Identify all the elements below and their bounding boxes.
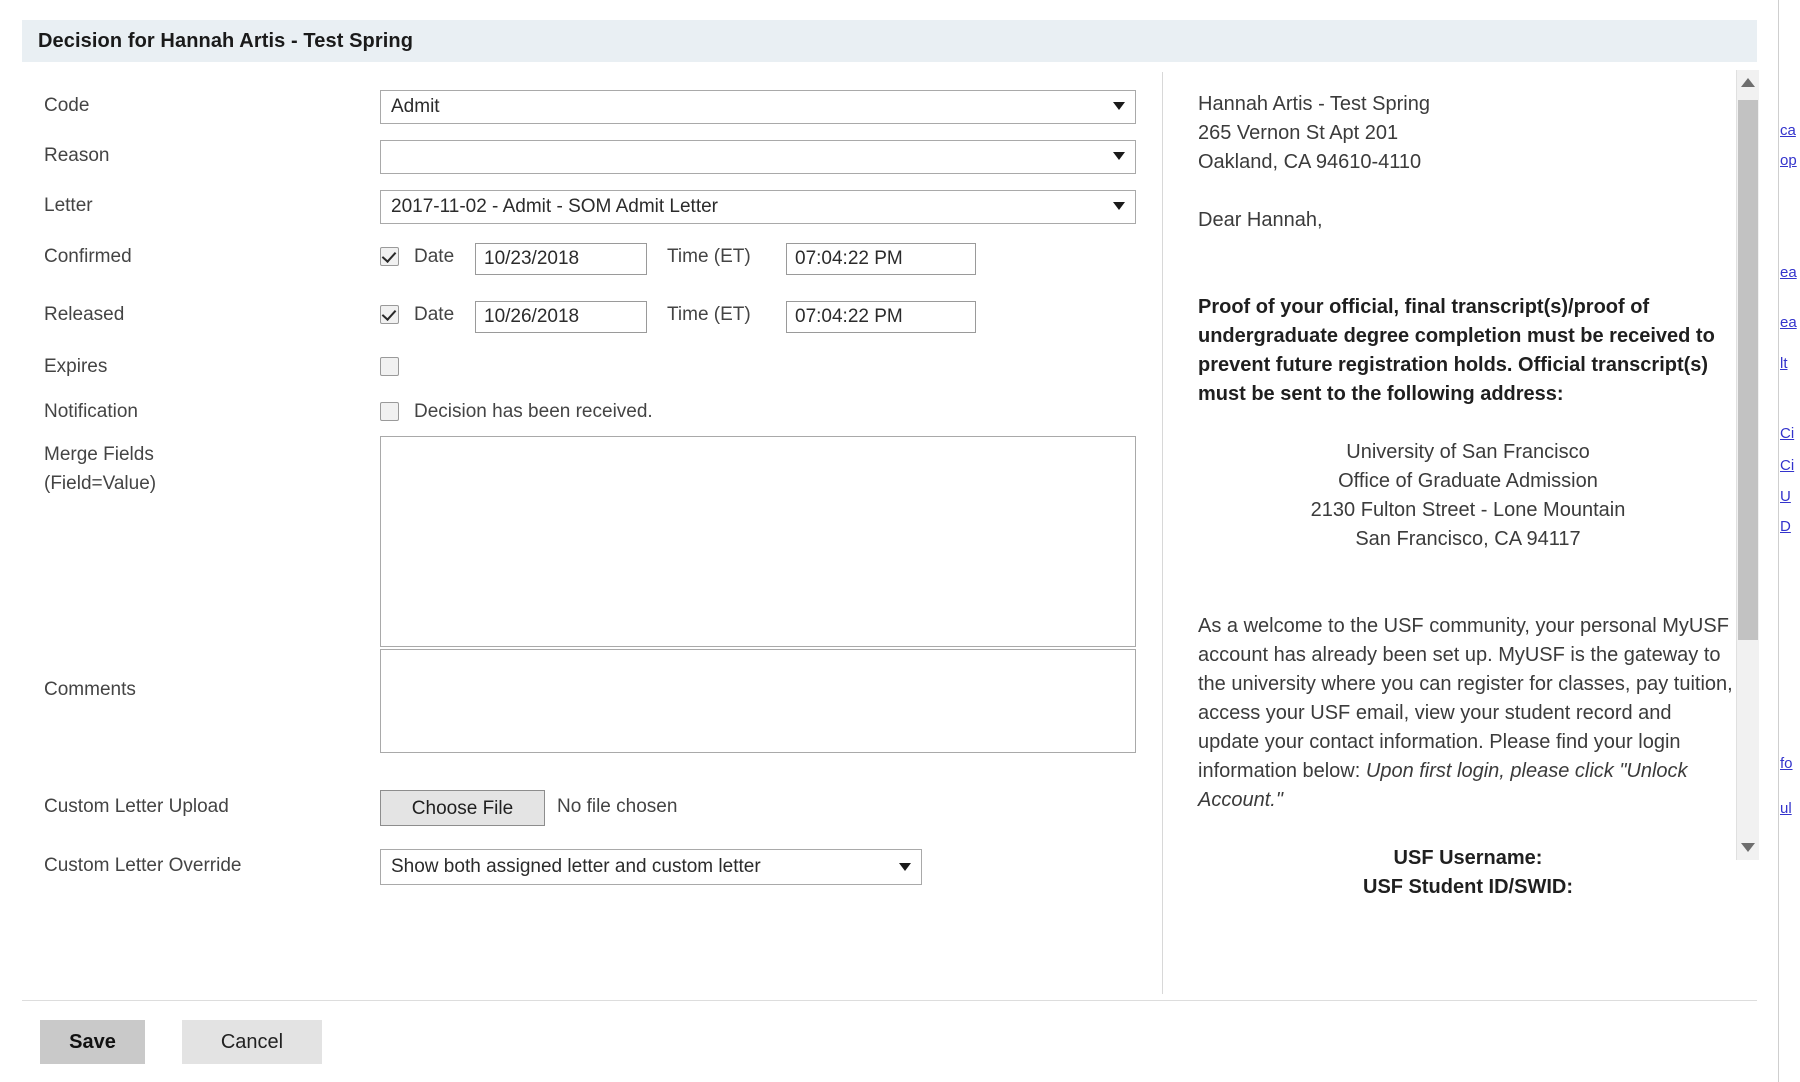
expires-checkbox[interactable] xyxy=(380,357,399,376)
save-button[interactable]: Save xyxy=(40,1020,145,1064)
comments-label: Comments xyxy=(44,679,136,700)
usf-address-line-4: San Francisco, CA 94117 xyxy=(1355,528,1581,550)
footer-separator xyxy=(22,1000,1757,1001)
usf-username-heading: USF Username: xyxy=(1393,847,1543,869)
background-link[interactable]: fo xyxy=(1780,755,1793,772)
background-link[interactable]: ca xyxy=(1780,122,1796,139)
recipient-city: Oakland, CA 94610-4110 xyxy=(1198,151,1422,173)
chevron-down-icon xyxy=(1113,102,1125,110)
decision-form: Code Admit Reason Letter 2017-11-02 - Ad… xyxy=(22,72,1150,1002)
cancel-button-label: Cancel xyxy=(220,1031,284,1053)
welcome-paragraph-text: As a welcome to the USF community, your … xyxy=(1198,615,1733,782)
confirmed-label: Confirmed xyxy=(44,246,132,267)
scroll-up-arrow-icon[interactable] xyxy=(1741,78,1755,87)
code-label: Code xyxy=(44,95,90,116)
dialog-title-bar: Decision for Hannah Artis - Test Spring xyxy=(22,20,1757,62)
notification-label: Notification xyxy=(44,401,138,422)
merge-fields-label-line1: Merge Fields xyxy=(44,444,154,465)
preview-scrollbar[interactable] xyxy=(1736,70,1759,860)
letter-select-value: 2017-11-02 - Admit - SOM Admit Letter xyxy=(391,196,719,217)
chevron-down-icon xyxy=(899,863,911,871)
confirmed-time-label: Time (ET) xyxy=(667,246,751,267)
salutation: Dear Hannah, xyxy=(1198,209,1323,231)
notification-checkbox-label: Decision has been received. xyxy=(414,401,653,422)
released-label: Released xyxy=(44,304,125,325)
released-date-input[interactable]: 10/26/2018 xyxy=(475,301,647,333)
recipient-street: 265 Vernon St Apt 201 xyxy=(1198,122,1399,144)
scrollbar-thumb[interactable] xyxy=(1738,100,1758,640)
usf-address-line-1: University of San Francisco xyxy=(1346,441,1590,463)
preview-bottom-mask xyxy=(1175,985,1760,995)
background-link[interactable]: Ci xyxy=(1780,425,1794,442)
letter-preview-panel: Hannah Artis - Test Spring 265 Vernon St… xyxy=(1175,72,1760,994)
usf-student-id-heading: USF Student ID/SWID: xyxy=(1363,876,1573,898)
background-link[interactable]: op xyxy=(1780,152,1797,169)
custom-letter-override-select[interactable]: Show both assigned letter and custom let… xyxy=(380,849,922,885)
confirmed-date-value: 10/23/2018 xyxy=(484,248,580,269)
cancel-button[interactable]: Cancel xyxy=(182,1020,322,1064)
choose-file-button-label: Choose File xyxy=(411,798,514,819)
usf-address-line-2: Office of Graduate Admission xyxy=(1338,470,1598,492)
released-checkbox[interactable] xyxy=(380,305,399,324)
background-link[interactable]: lt xyxy=(1780,355,1788,372)
page-title: Decision for Hannah Artis - Test Spring xyxy=(38,30,414,52)
expires-label: Expires xyxy=(44,356,108,377)
confirmed-time-input[interactable]: 07:04:22 PM xyxy=(786,243,976,275)
usf-address-line-3: 2130 Fulton Street - Lone Mountain xyxy=(1310,499,1626,521)
code-select[interactable]: Admit xyxy=(380,90,1136,124)
code-select-value: Admit xyxy=(391,96,440,117)
released-date-label: Date xyxy=(414,304,455,325)
save-button-label: Save xyxy=(69,1031,116,1053)
file-chosen-status: No file chosen xyxy=(557,796,678,817)
confirmed-date-label: Date xyxy=(414,246,455,267)
chevron-down-icon xyxy=(1113,152,1125,160)
recipient-name: Hannah Artis - Test Spring xyxy=(1198,93,1430,115)
custom-letter-upload-label: Custom Letter Upload xyxy=(44,796,229,817)
choose-file-button[interactable]: Choose File xyxy=(380,790,545,826)
reason-label: Reason xyxy=(44,145,110,166)
background-link[interactable]: U xyxy=(1780,488,1791,505)
panel-divider xyxy=(1162,72,1163,994)
merge-fields-textarea[interactable] xyxy=(380,436,1136,647)
released-time-value: 07:04:22 PM xyxy=(795,306,903,327)
scroll-down-arrow-icon[interactable] xyxy=(1741,843,1755,852)
reason-select[interactable] xyxy=(380,140,1136,174)
custom-letter-override-value: Show both assigned letter and custom let… xyxy=(391,856,761,877)
released-date-value: 10/26/2018 xyxy=(484,306,580,327)
background-link[interactable]: D xyxy=(1780,518,1791,535)
released-time-input[interactable]: 07:04:22 PM xyxy=(786,301,976,333)
letter-label: Letter xyxy=(44,195,93,216)
comments-textarea[interactable] xyxy=(380,649,1136,753)
letter-select[interactable]: 2017-11-02 - Admit - SOM Admit Letter xyxy=(380,190,1136,224)
transcript-notice: Proof of your official, final transcript… xyxy=(1198,296,1715,405)
confirmed-time-value: 07:04:22 PM xyxy=(795,248,903,269)
confirmed-date-input[interactable]: 10/23/2018 xyxy=(475,243,647,275)
chevron-down-icon xyxy=(1113,202,1125,210)
released-time-label: Time (ET) xyxy=(667,304,751,325)
background-link[interactable]: ul xyxy=(1780,800,1792,817)
background-link[interactable]: Ci xyxy=(1780,457,1794,474)
decision-dialog: Decision for Hannah Artis - Test Spring … xyxy=(0,0,1779,1082)
welcome-paragraph: As a welcome to the USF community, your … xyxy=(1198,612,1738,815)
custom-letter-override-label: Custom Letter Override xyxy=(44,855,242,876)
background-link[interactable]: ea xyxy=(1780,314,1797,331)
merge-fields-label-line2: (Field=Value) xyxy=(44,473,157,494)
background-link[interactable]: ea xyxy=(1780,264,1797,281)
confirmed-checkbox[interactable] xyxy=(380,247,399,266)
background-link-column: ca op ea ea lt Ci Ci U Dfo ul xyxy=(1780,0,1800,1082)
notification-checkbox[interactable] xyxy=(380,402,399,421)
letter-body: Hannah Artis - Test Spring 265 Vernon St… xyxy=(1198,90,1738,902)
